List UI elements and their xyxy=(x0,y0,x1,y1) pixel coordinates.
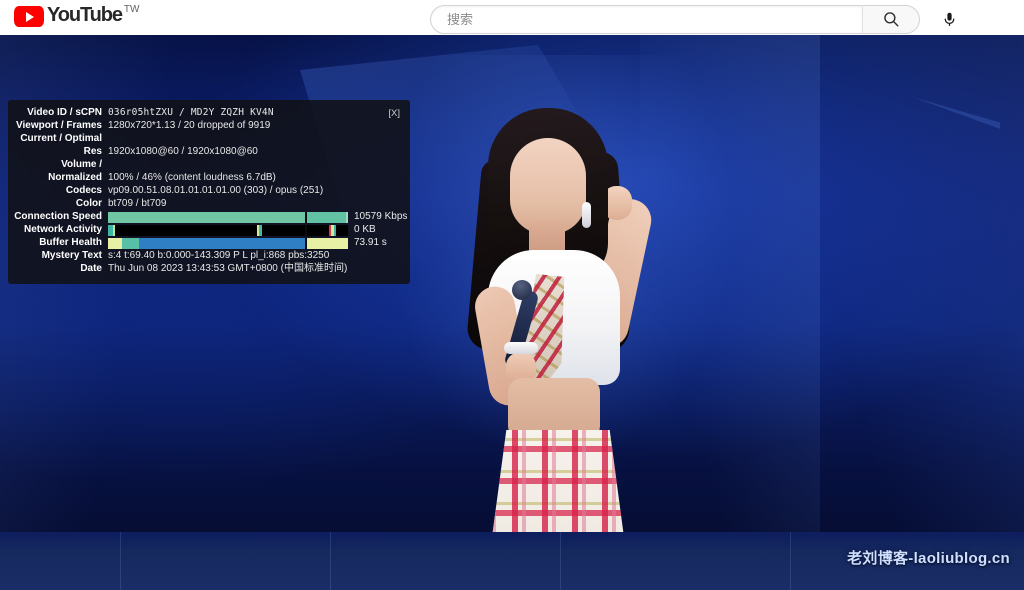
stats-row: Normalized 100% / 46% (content loudness … xyxy=(8,172,402,184)
youtube-logo-text: YouTube xyxy=(47,4,123,26)
search-box[interactable] xyxy=(430,4,862,34)
search-area xyxy=(430,2,966,36)
stats-row: Viewport / Frames 1280x720*1.13 / 20 dro… xyxy=(8,120,402,132)
stats-bar-rows: Connection Speed 10579 Kbps Network Acti… xyxy=(8,211,407,249)
stats-bar-label: Network Activity xyxy=(24,224,102,235)
youtube-play-icon xyxy=(14,6,44,27)
performer-earring xyxy=(582,202,591,228)
bar-segment xyxy=(108,211,305,223)
network-activity-bar xyxy=(108,224,348,236)
stats-row-label: Mystery Text xyxy=(41,250,102,261)
stats-for-nerds-panel[interactable]: [X] Video ID / sCPN 036r05htZXU / MD2Y Z… xyxy=(8,100,410,284)
bar-segment xyxy=(115,224,305,236)
stats-bar-row-buffer-health: Buffer Health 73.91 s xyxy=(8,237,402,249)
bar-segment xyxy=(108,237,123,249)
stats-row-value: vp09.00.51.08.01.01.01.01.00 (303) / opu… xyxy=(108,185,324,196)
stats-row: Mystery Text s:4 t:69.40 b:0.000-143.309… xyxy=(8,250,402,262)
performer-bracelet xyxy=(504,342,538,354)
stats-row: Current / Optimal xyxy=(8,133,402,145)
stats-row-label: Video ID / sCPN xyxy=(27,107,102,118)
stats-row: Codecs vp09.00.51.08.01.01.01.01.00 (303… xyxy=(8,185,402,197)
connection-speed-value: 10579 Kbps xyxy=(354,211,408,222)
bar-segment xyxy=(122,237,140,249)
stats-footer-rows: Mystery Text s:4 t:69.40 b:0.000-143.309… xyxy=(8,250,402,275)
search-input[interactable] xyxy=(445,10,862,28)
site-watermark: 老刘博客-laoliublog.cn xyxy=(847,550,1010,567)
stats-text-rows: Video ID / sCPN 036r05htZXU / MD2Y ZQZH … xyxy=(8,107,402,210)
stats-row-value: s:4 t:69.40 b:0.000-143.309 P L pl_i:868… xyxy=(108,250,330,261)
stats-row: Date Thu Jun 08 2023 13:43:53 GMT+0800 (… xyxy=(8,263,402,275)
microphone-icon xyxy=(944,12,954,26)
stats-bar-row-connection-speed: Connection Speed 10579 Kbps xyxy=(8,211,407,223)
bar-segment xyxy=(259,224,263,236)
stats-row-label: Volume / xyxy=(61,159,102,170)
bar-segment xyxy=(333,224,337,236)
youtube-country-code: TW xyxy=(123,4,140,15)
connection-speed-bar xyxy=(108,211,348,223)
buffer-health-bar xyxy=(108,237,348,249)
stats-row-label: Viewport / Frames xyxy=(16,120,102,131)
stats-row-value: 100% / 46% (content loudness 6.7dB) xyxy=(108,172,276,183)
network-activity-value: 0 KB xyxy=(354,224,376,235)
stats-row-value: 1280x720*1.13 / 20 dropped of 9919 xyxy=(108,120,271,131)
youtube-logo[interactable]: YouTube TW xyxy=(14,4,139,27)
stats-row-label: Date xyxy=(80,263,102,274)
stats-row: Volume / xyxy=(8,159,402,171)
youtube-watch-page: YouTube TW 搜索 老刘博客-laoliublog.cn [X] Vid… xyxy=(0,0,1024,590)
stats-bar-label: Connection Speed xyxy=(14,211,102,222)
search-button[interactable] xyxy=(862,4,920,34)
stats-row-value: Thu Jun 08 2023 13:43:53 GMT+0800 (中国标准时… xyxy=(108,263,348,274)
bar-segment xyxy=(307,237,348,249)
bar-segment xyxy=(345,211,348,223)
stats-row-label: Normalized xyxy=(48,172,102,183)
stats-close-button[interactable]: [X] xyxy=(388,108,400,119)
stats-bar-row-network-activity: Network Activity 0 KB xyxy=(8,224,402,236)
bar-segment xyxy=(139,237,305,249)
bar-segment xyxy=(307,211,346,223)
bar-segment xyxy=(304,224,308,236)
stats-row-label: Codecs xyxy=(65,185,102,196)
stats-row-label: Res xyxy=(83,146,102,157)
masthead: YouTube TW xyxy=(0,0,1024,35)
stats-row-label: Color xyxy=(75,198,102,209)
stats-row-value: bt709 / bt709 xyxy=(108,198,167,209)
performer-face xyxy=(510,138,586,234)
stats-row-value: 036r05htZXU / MD2Y ZQZH KV4N xyxy=(108,107,274,118)
buffer-health-value: 73.91 s xyxy=(354,237,387,248)
stats-row: Color bt709 / bt709 xyxy=(8,198,402,210)
stats-bar-label: Buffer Health xyxy=(39,237,102,248)
performer xyxy=(430,90,690,590)
stats-row-label: Current / Optimal xyxy=(20,133,102,144)
stats-row: Video ID / sCPN 036r05htZXU / MD2Y ZQZH … xyxy=(8,107,402,119)
search-icon xyxy=(884,12,899,27)
stats-row-value: 1920x1080@60 / 1920x1080@60 xyxy=(108,146,258,157)
video-player[interactable]: 老刘博客-laoliublog.cn [X] Video ID / sCPN 0… xyxy=(0,35,1024,590)
stats-row: Res 1920x1080@60 / 1920x1080@60 xyxy=(8,146,402,158)
voice-search-button[interactable] xyxy=(932,2,966,36)
